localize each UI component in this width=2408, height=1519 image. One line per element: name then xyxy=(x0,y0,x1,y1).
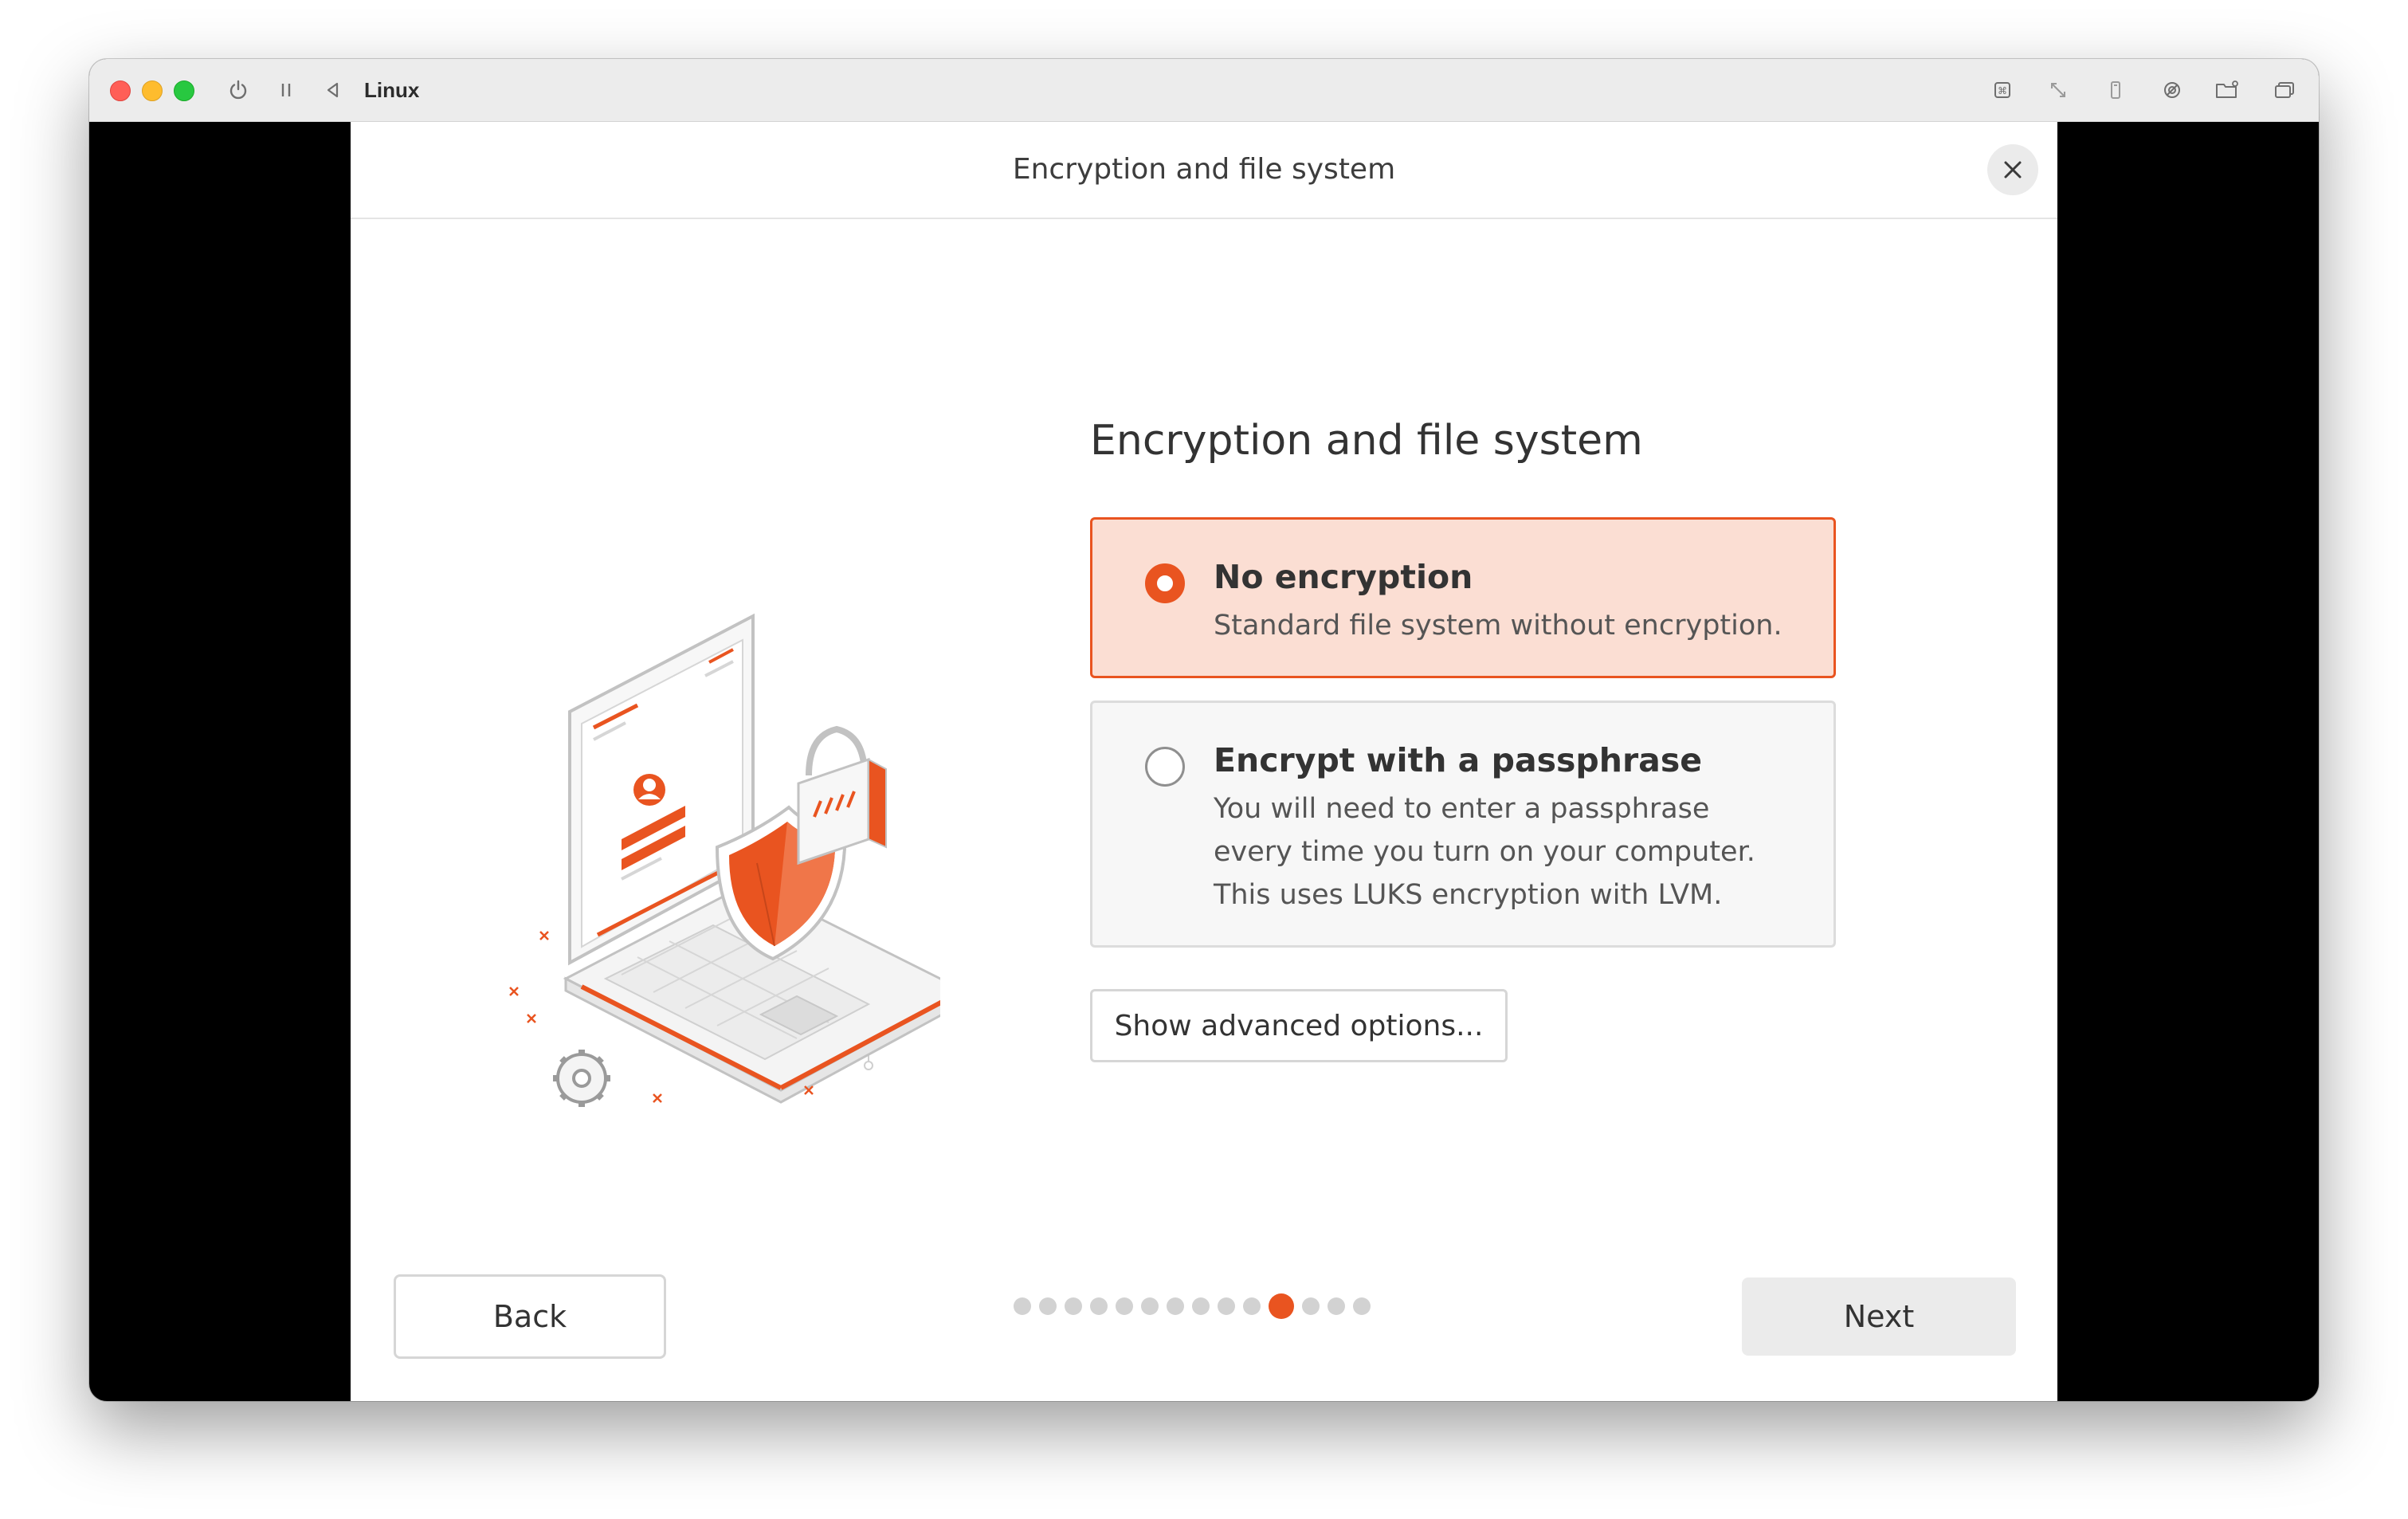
progress-dot xyxy=(1302,1297,1320,1315)
progress-dot-current xyxy=(1269,1293,1294,1319)
show-advanced-options-button[interactable]: Show advanced options... xyxy=(1090,989,1508,1062)
next-button[interactable]: Next xyxy=(1742,1278,2016,1356)
dialog-close-button[interactable] xyxy=(1987,144,2038,195)
progress-dot xyxy=(1039,1297,1057,1315)
option-encrypt-passphrase[interactable]: Encrypt with a passphrase You will need … xyxy=(1090,701,1836,948)
progress-dot xyxy=(1192,1297,1210,1315)
progress-dot xyxy=(1116,1297,1133,1315)
settings-icon[interactable] xyxy=(2159,77,2186,104)
installer-dialog: Encryption and file system Encryption an… xyxy=(351,122,2057,1401)
radio-unselected[interactable] xyxy=(1145,747,1185,787)
window-titlebar: Linux ⌘ xyxy=(89,59,2319,122)
option-title: Encrypt with a passphrase xyxy=(1214,741,1703,779)
option-description: Standard file system without encryption. xyxy=(1214,604,1782,647)
dialog-header: Encryption and file system xyxy=(351,122,2057,219)
progress-dot xyxy=(1141,1297,1159,1315)
window-title: Linux xyxy=(364,78,420,102)
progress-dot xyxy=(1167,1297,1184,1315)
option-description-line: You will need to enter a passphrase xyxy=(1214,793,1710,825)
option-description-line: This uses LUKS encryption with LVM. xyxy=(1214,879,1723,911)
section-title: Encryption and file system xyxy=(1090,417,1643,465)
progress-dot xyxy=(1014,1297,1031,1315)
window-maximize-button[interactable] xyxy=(174,80,194,101)
keyboard-icon[interactable]: ⌘ xyxy=(1989,77,2016,104)
option-title: No encryption xyxy=(1214,558,1473,596)
option-description-line: every time you turn on your computer. xyxy=(1214,836,1755,868)
dialog-title: Encryption and file system xyxy=(1012,153,1396,186)
option-description-line: Standard file system without encryption. xyxy=(1214,610,1782,642)
close-icon xyxy=(2004,161,2022,179)
progress-dot xyxy=(1243,1297,1261,1315)
back-arrow-icon[interactable] xyxy=(320,77,347,104)
option-no-encryption[interactable]: No encryption Standard file system witho… xyxy=(1090,517,1836,678)
desktop-background: Linux ⌘ Encryption and file system Encry… xyxy=(0,0,2408,1519)
power-icon[interactable] xyxy=(225,77,252,104)
radio-selected[interactable] xyxy=(1145,563,1185,603)
option-description: You will need to enter a passphrase ever… xyxy=(1214,787,1755,917)
window-close-button[interactable] xyxy=(110,80,131,101)
vm-window: Linux ⌘ Encryption and file system Encry… xyxy=(89,59,2319,1401)
back-button[interactable]: Back xyxy=(394,1274,666,1359)
progress-indicator xyxy=(1014,1293,1371,1320)
progress-dot xyxy=(1328,1297,1345,1315)
resize-icon[interactable] xyxy=(2045,77,2072,104)
progress-dot xyxy=(1353,1297,1371,1315)
security-illustration xyxy=(509,613,940,1107)
progress-dot xyxy=(1090,1297,1108,1315)
usb-icon[interactable] xyxy=(2102,77,2129,104)
window-minimize-button[interactable] xyxy=(142,80,163,101)
pause-icon[interactable] xyxy=(273,77,300,104)
shared-folder-icon[interactable] xyxy=(2214,77,2241,104)
progress-dot xyxy=(1218,1297,1235,1315)
svg-text:⌘: ⌘ xyxy=(1998,85,2007,96)
progress-dot xyxy=(1065,1297,1082,1315)
window-icon[interactable] xyxy=(2271,77,2298,104)
